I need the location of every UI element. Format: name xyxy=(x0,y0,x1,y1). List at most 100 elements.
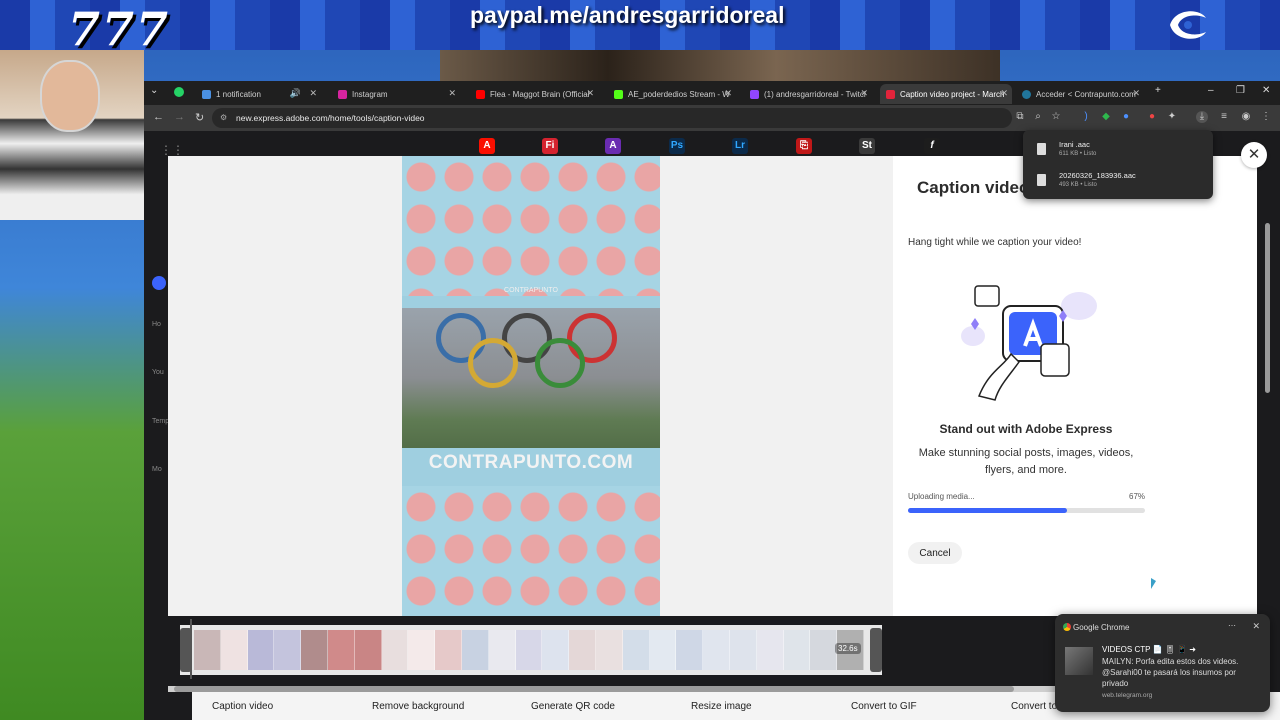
timeline-thumbnail xyxy=(408,630,436,670)
timeline-duration: 32.6s xyxy=(835,643,861,654)
tab-close-icon[interactable]: ✕ xyxy=(586,88,594,99)
youtube-icon xyxy=(476,89,485,99)
adobe-stock-icon[interactable]: St xyxy=(859,138,875,154)
timeline-thumbnail xyxy=(676,630,704,670)
timeline-thumbnail xyxy=(569,630,596,670)
create-plus-icon[interactable] xyxy=(152,276,166,290)
extension-red-icon[interactable]: ● xyxy=(1146,111,1158,123)
extension-blue-icon[interactable]: ● xyxy=(1120,111,1132,123)
tab-close-icon[interactable]: ✕ xyxy=(448,88,456,99)
acrobat-pdf-icon[interactable]: ⎘ xyxy=(796,138,812,154)
tab-close-icon[interactable]: ✕ xyxy=(309,88,317,99)
minimize-icon[interactable]: – xyxy=(1208,85,1214,96)
quick-action-generate-qr[interactable]: Generate QR code xyxy=(531,701,615,712)
vertical-scrollbar[interactable] xyxy=(1265,223,1270,393)
nav-templates[interactable]: Temp xyxy=(152,418,169,425)
install-icon[interactable]: ⧉ xyxy=(1014,111,1026,123)
tab-close-icon[interactable]: ✕ xyxy=(860,88,868,99)
notification-source: web.telegram.org xyxy=(1102,692,1153,699)
close-modal-icon[interactable]: ✕ xyxy=(1241,142,1267,168)
reading-list-icon[interactable]: ≡ xyxy=(1218,111,1230,123)
twitch-icon xyxy=(750,89,759,99)
timeline-playhead[interactable] xyxy=(190,619,192,679)
tab-3[interactable]: Flea - Maggot Brain (Official V ✕ xyxy=(470,84,598,104)
tab-7[interactable]: Acceder < Contrapunto.com ✕ xyxy=(1016,84,1144,104)
whatsapp-icon[interactable] xyxy=(174,87,184,97)
back-icon[interactable]: ← xyxy=(153,111,164,123)
nav-more[interactable]: Mo xyxy=(152,466,162,473)
adobe-express-app-icon[interactable]: A xyxy=(605,138,621,154)
video-frame[interactable]: CONTRAPUNTO CONTRAPUNTO.COM xyxy=(402,156,660,616)
close-window-icon[interactable]: ✕ xyxy=(1262,85,1270,96)
hang-tight-text: Hang tight while we caption your video! xyxy=(908,237,1082,248)
timeline-thumbnail xyxy=(810,630,838,670)
tab-2[interactable]: Instagram ✕ xyxy=(332,84,460,104)
meme-person-image xyxy=(0,50,144,220)
timeline-thumbnail xyxy=(729,630,757,670)
olympic-rings-image xyxy=(402,308,660,448)
quick-action-resize-image[interactable]: Resize image xyxy=(691,701,752,712)
lightroom-icon[interactable]: Lr xyxy=(732,138,748,154)
background-pug-image xyxy=(440,50,1000,82)
notification-close-icon[interactable]: ✕ xyxy=(1252,621,1260,632)
zoom-icon[interactable]: ⌕ xyxy=(1032,111,1044,123)
upload-progress-bar xyxy=(908,508,1145,513)
cancel-button[interactable]: Cancel xyxy=(908,542,962,564)
notification-more-icon[interactable]: ⋯ xyxy=(1228,621,1236,630)
extensions-puzzle-icon[interactable]: ✦ xyxy=(1166,111,1178,123)
new-tab-icon[interactable]: + xyxy=(1155,85,1161,96)
quick-action-convert-to[interactable]: Convert to xyxy=(1011,701,1057,712)
tab-close-icon[interactable]: ✕ xyxy=(724,88,732,99)
notification-app-name: Google Chrome xyxy=(1073,623,1130,632)
timeline-thumbnail xyxy=(756,630,784,670)
photoshop-icon[interactable]: Ps xyxy=(669,138,685,154)
reload-icon[interactable]: ↻ xyxy=(195,111,204,124)
quick-action-convert-gif[interactable]: Convert to GIF xyxy=(851,701,917,712)
adobe-firefly-icon[interactable]: Fi xyxy=(542,138,558,154)
nav-home[interactable]: Ho xyxy=(152,321,161,328)
pisces-logo-icon xyxy=(1170,11,1206,39)
nav-your-stuff[interactable]: You xyxy=(152,369,164,376)
wordpress-icon xyxy=(1022,89,1031,99)
tab-strip: ⌄ 1 notification 🔊 ✕ Instagram ✕ Flea - … xyxy=(144,81,1280,105)
timeline-thumbnail xyxy=(327,630,355,670)
bookmark-star-icon[interactable]: ☆ xyxy=(1050,111,1062,123)
timeline-thumbnail xyxy=(783,630,811,670)
promo-subtext: Make stunning social posts, images, vide… xyxy=(918,447,1134,476)
pattern-top xyxy=(402,156,660,296)
timeline-thumbnail xyxy=(542,630,570,670)
quick-action-remove-background[interactable]: Remove background xyxy=(372,701,464,712)
adobe-fonts-icon[interactable]: f xyxy=(924,138,940,154)
profile-icon[interactable]: ◉ xyxy=(1240,111,1252,123)
timeline-thumbnail xyxy=(301,630,328,670)
chrome-notification[interactable]: Google Chrome ⋯ ✕ VIDEOS CTP 📄 🎚 📱 ➜ MAI… xyxy=(1055,614,1270,712)
tab-1[interactable]: 1 notification 🔊 ✕ xyxy=(196,84,321,104)
tab-close-icon[interactable]: ✕ xyxy=(1000,88,1008,99)
video-brand-logo: CONTRAPUNTO.COM xyxy=(428,452,634,473)
downloads-icon[interactable]: ⤓ xyxy=(1196,111,1208,123)
menu-kebab-icon[interactable]: ⋮ xyxy=(1260,111,1272,123)
overlay-777-text: 777 xyxy=(68,2,171,56)
adobe-acrobat-icon[interactable]: A xyxy=(479,138,495,154)
notification-title: VIDEOS CTP 📄 🎚 📱 ➜ xyxy=(1102,645,1196,654)
forward-icon[interactable]: → xyxy=(174,111,185,123)
video-timeline[interactable]: 32.6s xyxy=(180,625,882,675)
quick-action-caption-video[interactable]: Caption video xyxy=(212,701,273,712)
tab-5[interactable]: (1) andresgarridoreal - Twitch ✕ xyxy=(744,84,872,104)
tab-close-icon[interactable]: ✕ xyxy=(1132,88,1140,99)
tab-6-active[interactable]: Caption video project - March ✕ xyxy=(880,84,1012,104)
panel-title: Caption video xyxy=(917,178,1030,197)
audio-icon[interactable]: 🔊 xyxy=(290,88,301,99)
timeline-thumbnail xyxy=(595,630,623,670)
caption-side-panel: Caption video Hang tight while we captio… xyxy=(893,156,1257,616)
address-bar[interactable]: ⚙ new.express.adobe.com/home/tools/capti… xyxy=(212,108,1012,128)
maximize-icon[interactable]: ❐ xyxy=(1236,85,1245,96)
video-preview-area: CONTRAPUNTO CONTRAPUNTO.COM xyxy=(168,156,894,616)
site-info-icon[interactable]: ⚙ xyxy=(220,113,227,122)
file-icon xyxy=(1037,174,1046,186)
tab-4[interactable]: AE_poderdedios Stream - Wa ✕ xyxy=(608,84,736,104)
extension-shield-icon[interactable]: ◆ xyxy=(1100,111,1112,123)
trim-handle-right[interactable] xyxy=(870,628,882,672)
tab-search-icon[interactable]: ⌄ xyxy=(150,85,158,96)
extension-wave-icon[interactable]: ) xyxy=(1080,111,1092,123)
